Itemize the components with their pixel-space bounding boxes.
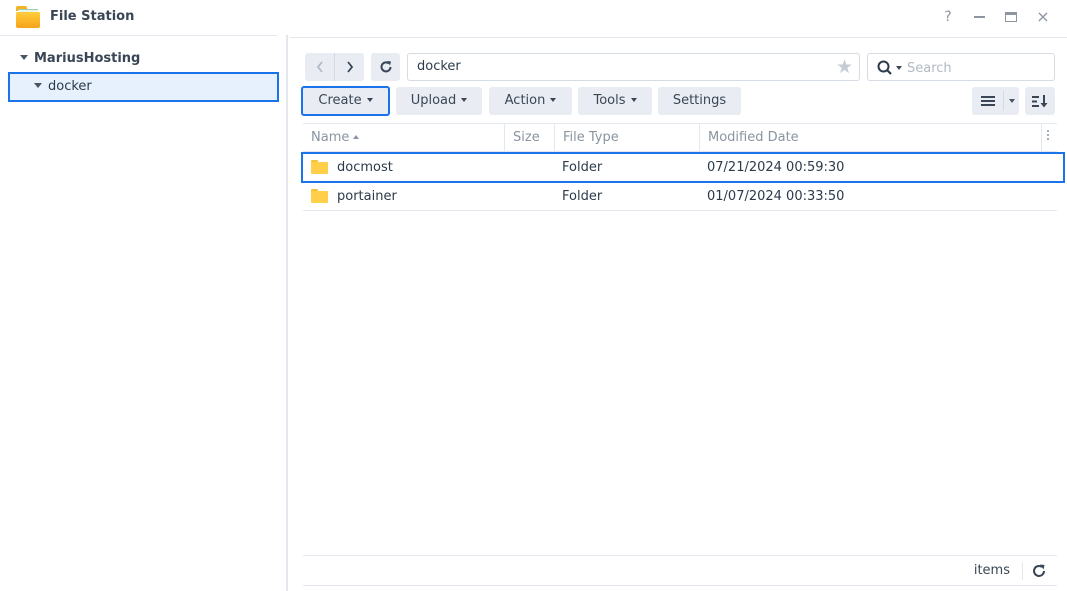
chevron-left-icon	[316, 61, 323, 73]
search-icon[interactable]	[877, 60, 893, 76]
divider	[0, 35, 277, 36]
table-row[interactable]: docmost Folder 07/21/2024 00:59:30	[301, 152, 1065, 183]
more-vertical-icon	[1047, 130, 1049, 140]
file-table: Name Size File Type Modified Date docmos…	[301, 123, 1065, 211]
caret-down-icon	[366, 97, 373, 102]
modified-date: 07/21/2024 00:59:30	[707, 160, 845, 175]
maximize-button[interactable]	[1002, 8, 1020, 26]
view-mode-dropdown[interactable]	[1004, 87, 1019, 115]
maximize-icon	[1005, 12, 1017, 22]
caret-down-icon[interactable]	[34, 83, 42, 88]
caret-down-icon	[1008, 99, 1015, 103]
path-value: docker	[417, 59, 461, 74]
settings-button[interactable]: Settings	[658, 87, 741, 115]
create-label: Create	[318, 93, 362, 108]
column-header-type[interactable]: File Type	[555, 124, 700, 152]
create-button[interactable]: Create	[301, 86, 390, 116]
sort-button[interactable]	[1025, 87, 1055, 115]
title-bar: File Station ? ×	[0, 0, 1067, 35]
list-view-button[interactable]	[972, 87, 1003, 115]
tools-button[interactable]: Tools	[578, 87, 652, 115]
list-icon	[980, 96, 995, 106]
action-label: Action	[504, 93, 546, 108]
column-options-button[interactable]	[1042, 124, 1057, 152]
modified-date: 01/07/2024 00:33:50	[707, 189, 845, 204]
close-button[interactable]: ×	[1034, 8, 1052, 26]
file-type: Folder	[562, 189, 603, 204]
divider	[1022, 562, 1023, 580]
divider	[290, 37, 1067, 38]
folder-icon	[311, 189, 328, 203]
table-header: Name Size File Type Modified Date	[303, 123, 1057, 152]
app-title: File Station	[50, 9, 135, 24]
file-name: docmost	[337, 160, 393, 175]
file-station-folder-icon	[16, 6, 40, 28]
upload-button[interactable]: Upload	[396, 87, 482, 115]
sidebar: MariusHosting docker	[0, 35, 288, 591]
caret-down-icon	[550, 97, 557, 102]
path-field[interactable]: docker ★	[407, 53, 860, 81]
file-type: Folder	[562, 160, 603, 175]
minimize-button[interactable]	[970, 8, 988, 26]
back-button[interactable]	[305, 53, 334, 81]
sort-ascending-icon	[353, 134, 360, 139]
caret-down-icon[interactable]	[20, 55, 28, 60]
tree-node-docker[interactable]: docker	[8, 72, 279, 102]
refresh-button[interactable]	[371, 53, 400, 81]
tree-root-mariushosting[interactable]: MariusHosting	[20, 51, 140, 66]
action-button[interactable]: Action	[489, 87, 572, 115]
caret-down-icon[interactable]	[896, 66, 902, 70]
chevron-right-icon	[346, 61, 353, 73]
tools-label: Tools	[593, 93, 626, 108]
star-icon[interactable]: ★	[836, 57, 853, 77]
folder-icon	[311, 160, 328, 174]
column-header-size[interactable]: Size	[505, 124, 555, 152]
search-box[interactable]	[867, 53, 1055, 81]
tree-node-label: docker	[48, 79, 92, 94]
refresh-icon	[380, 61, 391, 73]
refresh-icon[interactable]	[1031, 563, 1047, 579]
items-count: items	[973, 563, 1010, 578]
upload-label: Upload	[410, 93, 457, 108]
sort-icon	[1032, 94, 1048, 107]
status-bar: items	[303, 555, 1057, 586]
history-nav	[305, 53, 364, 81]
column-header-name[interactable]: Name	[303, 124, 505, 152]
minimize-icon	[973, 16, 985, 18]
view-mode-group	[972, 87, 1019, 115]
forward-button[interactable]	[335, 53, 364, 81]
tree-root-label: MariusHosting	[34, 51, 141, 66]
caret-down-icon	[461, 97, 468, 102]
column-header-date[interactable]: Modified Date	[700, 124, 1042, 152]
main-panel: docker ★ Create Upload Action Tools Sett…	[290, 35, 1067, 591]
file-name: portainer	[337, 189, 397, 204]
caret-down-icon	[630, 97, 637, 102]
help-button[interactable]: ?	[939, 8, 957, 26]
column-label: Name	[311, 130, 350, 145]
table-row[interactable]: portainer Folder 01/07/2024 00:33:50	[303, 183, 1057, 211]
search-input[interactable]	[907, 58, 1047, 78]
